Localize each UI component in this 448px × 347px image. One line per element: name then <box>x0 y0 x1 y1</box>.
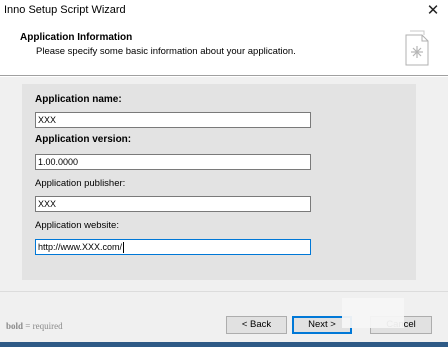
app-version-field[interactable]: 1.00.0000 <box>35 154 311 170</box>
app-website-label: Application website: <box>35 220 119 231</box>
close-icon[interactable]: ✕ <box>424 2 442 20</box>
text-caret <box>123 242 125 254</box>
app-publisher-label: Application publisher: <box>35 178 126 189</box>
app-version-label: Application version: <box>35 134 132 145</box>
required-legend: bold = required <box>6 321 63 331</box>
wizard-document-icon <box>405 30 429 66</box>
app-name-field[interactable]: XXX <box>35 112 311 128</box>
app-publisher-field[interactable]: XXX <box>35 196 311 212</box>
wizard-content: Application name: XXX Application versio… <box>0 77 448 291</box>
wizard-header: Application Information Please specify s… <box>0 24 448 75</box>
app-name-label: Application name: <box>35 94 122 105</box>
app-website-value: http://www.XXX.com/ <box>38 242 123 252</box>
legend-bold: bold <box>6 321 24 331</box>
legend-text: = required <box>23 321 63 331</box>
app-website-field[interactable]: http://www.XXX.com/ <box>35 239 311 255</box>
application-info-form: Application name: XXX Application versio… <box>22 84 416 280</box>
title-bar: Inno Setup Script Wizard ✕ <box>0 0 448 24</box>
window-title: Inno Setup Script Wizard <box>4 4 126 16</box>
back-button[interactable]: < Back <box>226 316 287 334</box>
watermark-overlay <box>342 298 404 328</box>
page-title: Application Information <box>20 32 133 43</box>
taskbar-strip <box>0 342 448 347</box>
page-subtitle: Please specify some basic information ab… <box>36 46 296 57</box>
